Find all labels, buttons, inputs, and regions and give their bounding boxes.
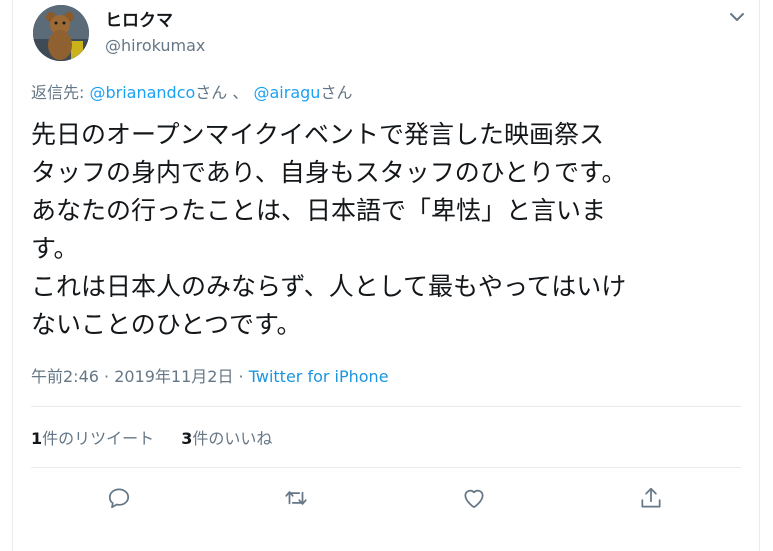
chevron-down-icon — [730, 13, 744, 21]
tweet-time[interactable]: 午前2:46 — [31, 367, 99, 386]
reply-button[interactable] — [106, 485, 134, 513]
tweet-date[interactable]: 2019年11月2日 — [114, 367, 233, 386]
tweet-card: ヒロクマ @hirokumax 返信先: @brianandcoさん 、 @ai… — [12, 0, 760, 551]
meta-separator: · — [233, 367, 249, 386]
mention-suffix: さん — [320, 83, 353, 102]
tweet-text: 先日のオープンマイクイベントで発言した映画祭ス タッフの身内であり、自身もスタッ… — [31, 116, 741, 344]
share-button[interactable] — [638, 485, 666, 513]
like-label: 件のいいね — [192, 429, 273, 448]
tweet-source-link[interactable]: Twitter for iPhone — [249, 367, 389, 386]
retweet-label: 件のリツイート — [42, 429, 155, 448]
tweet-actions — [13, 485, 759, 515]
reply-prefix: 返信先: — [31, 83, 90, 102]
tweet-line: ないことのひとつです。 — [31, 310, 302, 339]
tweet-line: あなたの行ったことは、日本語で「卑怯」と言いま — [31, 196, 607, 225]
tweet-stats: 1件のリツイート 3件のいいね — [31, 425, 294, 449]
avatar[interactable] — [33, 5, 89, 61]
like-count-stat[interactable]: 3件のいいね — [181, 429, 272, 448]
tweet-line: す。 — [31, 234, 79, 263]
like-button[interactable] — [461, 485, 489, 513]
author-name[interactable]: ヒロクマ — [105, 6, 173, 31]
reply-context: 返信先: @brianandcoさん 、 @airaguさん — [31, 79, 352, 103]
retweet-icon — [285, 491, 307, 505]
mention-link[interactable]: @airagu — [254, 83, 321, 102]
mention-suffix: さん — [195, 83, 228, 102]
tweet-line: これは日本人のみならず、人として最もやってはいけ — [31, 272, 627, 301]
share-icon — [641, 487, 661, 508]
like-count: 3 — [181, 429, 193, 448]
tweet-metadata: 午前2:46 · 2019年11月2日 · Twitter for iPhone — [31, 363, 389, 387]
heart-icon — [464, 489, 484, 509]
tweet-line: タッフの身内であり、自身もスタッフのひとりです。 — [31, 158, 627, 187]
divider — [31, 467, 741, 468]
tweet-line: 先日のオープンマイクイベントで発言した映画祭ス — [31, 120, 605, 149]
mention-separator: 、 — [227, 83, 254, 102]
retweet-count: 1 — [31, 429, 43, 448]
tweet-menu-button[interactable] — [727, 9, 747, 25]
author-handle[interactable]: @hirokumax — [105, 36, 205, 55]
divider — [31, 406, 741, 407]
reply-icon — [108, 488, 130, 509]
mention-link[interactable]: @brianandco — [89, 83, 195, 102]
teddy-bear-avatar-icon — [33, 5, 89, 61]
meta-separator: · — [98, 367, 115, 386]
retweet-count-stat[interactable]: 1件のリツイート — [31, 429, 154, 448]
retweet-button[interactable] — [283, 485, 311, 513]
